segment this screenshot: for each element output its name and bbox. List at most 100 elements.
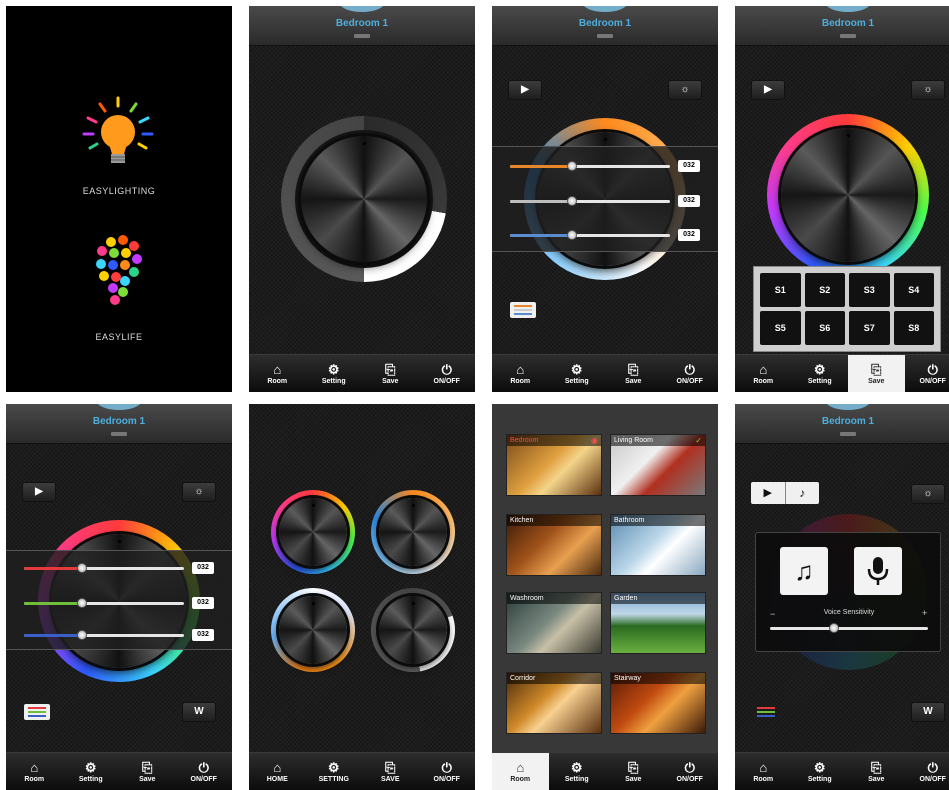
tab-label: Save [625, 378, 642, 385]
room-tile-bedroom[interactable]: Bedroom ◉ [506, 434, 602, 496]
room-tile-garden[interactable]: Garden [610, 592, 706, 654]
tab-setting[interactable]: ⚙ Setting [792, 355, 849, 392]
tab-save[interactable]: ⎘ Save [605, 355, 662, 392]
tab-setting[interactable]: ⚙ Setting [549, 753, 606, 790]
slider-thumb[interactable] [76, 630, 87, 640]
gear-icon: ⚙ [813, 362, 826, 377]
brightness-button[interactable]: ☼ [911, 484, 945, 504]
slider-thumb[interactable] [76, 598, 87, 608]
tab-save[interactable]: ⎘ Save [119, 753, 176, 790]
tab-room[interactable]: ⌂ Room [735, 355, 792, 392]
scene-button-s6[interactable]: S6 [804, 311, 845, 345]
room-tile-kitchen[interactable]: Kitchen [506, 514, 602, 576]
zone-1-knob[interactable] [279, 498, 347, 566]
slider-thumb[interactable] [829, 623, 840, 633]
room-tile-stairway[interactable]: Stairway [610, 672, 706, 734]
tab-room[interactable]: ⌂ Room [735, 753, 792, 790]
easylife-logo[interactable] [94, 234, 144, 308]
tab-setting[interactable]: ⚙ Setting [549, 355, 606, 392]
color-temperature-screen: Bedroom 1 ▶ ☼ 032 032 032 ⌂ Room ⚙ Setting… [492, 6, 718, 392]
tab-onoff[interactable]: ⏻ ON/OFF [662, 753, 719, 790]
tab-onoff[interactable]: ⏻ ON/OFF [176, 753, 233, 790]
zone-3-knob[interactable] [279, 596, 347, 664]
music-mode-button[interactable]: ♪ [785, 482, 819, 504]
tab-setting[interactable]: ⚙ Setting [63, 753, 120, 790]
room-tile-washroom[interactable]: Washroom [506, 592, 602, 654]
scene-button-s8[interactable]: S8 [893, 311, 934, 345]
tab-setting[interactable]: ⚙ Setting [306, 355, 363, 392]
play-button[interactable]: ▶ [751, 80, 785, 100]
brightness-knob[interactable] [301, 136, 427, 262]
header-grip[interactable] [111, 432, 127, 436]
tab-home[interactable]: ⌂ HOME [249, 753, 306, 790]
slider-thumb[interactable] [567, 230, 577, 240]
white-value: 032 [678, 195, 700, 207]
tab-room[interactable]: ⌂ Room [249, 355, 306, 392]
color-knob[interactable] [781, 128, 915, 262]
power-icon: ⏻ [684, 760, 695, 775]
microphone-button[interactable] [854, 547, 902, 595]
slider-toggle-button[interactable] [24, 704, 50, 720]
room-label: Washroom [507, 593, 601, 604]
scene-save-screen: Bedroom 1 ▶ ☼ S1 S2 S3 S4 S5 S6 S7 S8 W … [735, 6, 949, 392]
header-grip[interactable] [597, 34, 613, 38]
voice-sensitivity-slider[interactable] [770, 623, 928, 633]
tab-save[interactable]: ⎘ Save [848, 355, 905, 392]
green-slider[interactable] [24, 598, 184, 608]
scene-button-s3[interactable]: S3 [849, 273, 890, 307]
white-slider[interactable] [510, 196, 670, 206]
scene-button-s7[interactable]: S7 [849, 311, 890, 345]
tab-onoff[interactable]: ⏻ ON/OFF [419, 355, 476, 392]
scene-button-s1[interactable]: S1 [760, 273, 801, 307]
tab-room[interactable]: ⌂ Room [6, 753, 63, 790]
page-title: Bedroom 1 [821, 18, 875, 29]
red-slider[interactable] [24, 563, 184, 573]
tab-save[interactable]: ⎘ SAVE [362, 753, 419, 790]
slider-toggle-button[interactable] [753, 704, 779, 720]
tab-room[interactable]: ⌂ Room [492, 753, 549, 790]
scene-button-s2[interactable]: S2 [804, 273, 845, 307]
header-grip[interactable] [840, 34, 856, 38]
scene-button-s4[interactable]: S4 [893, 273, 934, 307]
brightness-button[interactable]: ☼ [911, 80, 945, 100]
white-button[interactable]: W [911, 702, 945, 722]
blue-slider[interactable] [24, 630, 184, 640]
play-button[interactable]: ▶ [22, 482, 56, 502]
tab-save[interactable]: ⎘ Save [362, 355, 419, 392]
slider-toggle-button[interactable] [510, 302, 536, 318]
room-tile-living-room[interactable]: Living Room ✓ [610, 434, 706, 496]
tab-setting[interactable]: ⚙ SETTING [306, 753, 363, 790]
slider-fill [24, 602, 82, 605]
tab-onoff[interactable]: ⏻ ON/OFF [905, 753, 949, 790]
tab-onoff[interactable]: ⏻ ON/OFF [905, 355, 949, 392]
warm-slider[interactable] [510, 161, 670, 171]
play-mode-button[interactable]: ▶ [751, 482, 786, 504]
tab-onoff[interactable]: ⏻ ON/OFF [662, 355, 719, 392]
room-tile-bathroom[interactable]: Bathroom [610, 514, 706, 576]
tab-setting[interactable]: ⚙ Setting [792, 753, 849, 790]
zone-2-knob[interactable] [379, 498, 447, 566]
room-tile-corridor[interactable]: Corridor [506, 672, 602, 734]
slider-thumb[interactable] [76, 563, 87, 573]
white-button[interactable]: W [182, 702, 216, 722]
header-grip[interactable] [840, 432, 856, 436]
blue-swatch [757, 715, 775, 717]
cold-slider[interactable] [510, 230, 670, 240]
tab-room[interactable]: ⌂ Room [492, 355, 549, 392]
music-source-button[interactable]: ♫ [780, 547, 828, 595]
tab-save[interactable]: ⎘ Save [848, 753, 905, 790]
tab-save[interactable]: ⎘ Save [605, 753, 662, 790]
slider-thumb[interactable] [567, 161, 577, 171]
save-icon: ⎘ [628, 760, 639, 775]
zone-4-knob[interactable] [379, 596, 447, 664]
tab-bar: ⌂ Room ⚙ Setting ⎘ Save ⏻ ON/OFF [735, 354, 949, 392]
tab-label: Setting [807, 776, 832, 783]
brightness-button[interactable]: ☼ [668, 80, 702, 100]
scene-button-s5[interactable]: S5 [760, 311, 801, 345]
play-button[interactable]: ▶ [508, 80, 542, 100]
brightness-button[interactable]: ☼ [182, 482, 216, 502]
easylighting-logo[interactable] [78, 92, 158, 172]
header-grip[interactable] [354, 34, 370, 38]
tab-onoff[interactable]: ⏻ ON/OFF [419, 753, 476, 790]
slider-thumb[interactable] [567, 196, 577, 206]
